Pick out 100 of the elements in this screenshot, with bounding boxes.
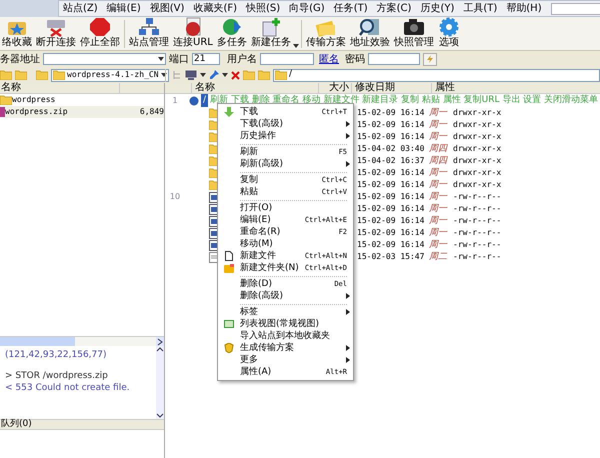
anonymous-link[interactable]: 匿名 (319, 52, 339, 66)
scroll-up-icon[interactable] (156, 346, 164, 354)
menu-item[interactable]: 向导(G) (289, 1, 325, 16)
menu-item[interactable]: 更多 (218, 354, 353, 366)
disconnect-icon (45, 17, 67, 37)
toolbar-button[interactable]: 新建任务 (248, 17, 293, 48)
log-line: > STOR /wordpress.zip (5, 370, 109, 382)
file-row[interactable]: wordpress.zip 6,849 (0, 106, 164, 118)
menu-item[interactable]: 下载(高级) (218, 118, 353, 130)
gear-icon (438, 17, 460, 37)
file-row[interactable]: wordpress (0, 94, 164, 106)
port-label: 端口 (169, 52, 189, 66)
toolbar-button[interactable]: 络收藏 (0, 17, 34, 48)
menu-item[interactable]: 工具(T) (463, 1, 498, 16)
menu-item[interactable]: 刷新(高级) (218, 158, 353, 170)
modified-date: 15-02-09 16:14 (357, 107, 426, 119)
weekday: 周一 (429, 203, 448, 215)
dropdown-caret-icon[interactable] (292, 44, 299, 48)
permissions: -rw-r--r-- (453, 215, 502, 227)
file-name: wordpress.zip (5, 106, 69, 118)
weekday: 周一 (429, 107, 448, 119)
weekday: 周一 (429, 167, 448, 179)
submenu-arrow-icon (346, 293, 350, 299)
menu-item[interactable]: 历史操作 (218, 130, 353, 142)
monitor-icon[interactable] (185, 70, 197, 80)
globe-arrow-icon (220, 17, 243, 37)
menu-item[interactable]: 帮助(H) (506, 1, 542, 16)
modified-date: 15-04-02 03:40 (357, 143, 426, 155)
permissions: drwxr-xr-x (453, 155, 502, 167)
delete-icon[interactable] (231, 70, 240, 80)
password-label: 密码 (345, 52, 365, 66)
menu-item[interactable]: 收藏夹(F) (193, 1, 237, 16)
permissions: drwxr-xr-x (453, 131, 502, 143)
dropdown-caret-icon[interactable] (158, 57, 164, 61)
toolbar-button[interactable]: 快照管理 (392, 17, 436, 48)
weekday: 周一 (429, 191, 448, 203)
toolbar-button[interactable]: 停止全部 (78, 17, 122, 48)
weekday: 周一 (429, 179, 448, 191)
modified-date: 15-02-09 16:14 (357, 191, 426, 203)
weekday: 周二 (429, 251, 448, 263)
menu-item[interactable]: 方案(C) (376, 1, 412, 16)
weekday: 周一 (429, 239, 448, 251)
username-field[interactable] (260, 53, 314, 65)
menu-item[interactable]: 快照(S) (246, 1, 280, 16)
dropdown-caret-icon[interactable] (200, 73, 206, 77)
menu-item[interactable]: 删除(高级) (218, 290, 353, 302)
modified-date: 15-02-09 16:14 (357, 215, 426, 227)
stop-sign-icon (89, 17, 111, 37)
menu-item[interactable]: 历史(Y) (420, 1, 454, 16)
submenu-arrow-icon (346, 309, 350, 315)
submenu-arrow-icon (346, 161, 350, 167)
modified-date: 15-02-09 16:14 (357, 167, 426, 179)
folder-icon (224, 264, 234, 272)
menu-item[interactable]: 列表视图(常规视图) (218, 318, 353, 330)
remote-path: / (289, 68, 292, 82)
root-folder[interactable]: / (201, 94, 208, 108)
file-name: wordpress (12, 94, 56, 106)
toolbar-button[interactable]: 断开连接 (34, 17, 78, 48)
magnifier-icon (358, 17, 381, 37)
menu-item[interactable]: 视图(V) (150, 1, 184, 16)
permissions: drwxr-xr-x (453, 107, 502, 119)
column-header[interactable]: 大小 (319, 83, 352, 93)
weekday: 周一 (429, 227, 448, 239)
menu-item[interactable]: 生成传输方案 (218, 342, 353, 354)
modified-date: 15-02-09 16:14 (357, 179, 426, 191)
weekday: 周四 (429, 155, 449, 167)
modified-date: 15-02-09 16:14 (357, 119, 426, 131)
scroll-down-icon[interactable] (156, 411, 164, 419)
scrollbar-thumb[interactable] (0, 337, 75, 346)
toolbar-button[interactable]: 多任务 (214, 17, 249, 48)
port-field[interactable]: 21 (192, 53, 220, 65)
dropdown-caret-icon[interactable] (222, 73, 228, 77)
toolbar-button[interactable]: 连接URL (171, 17, 215, 48)
menu-item[interactable]: 打开(O) (218, 202, 353, 214)
remote-path-field[interactable]: / (273, 68, 600, 82)
folder-icon (53, 70, 65, 80)
menu-item[interactable]: 编辑(E) (106, 1, 141, 16)
weekday: 周一 (429, 131, 448, 143)
toolbar-button[interactable]: 传输方案 (304, 17, 348, 48)
down-arrow-icon (224, 107, 234, 117)
permissions: -rw-r--r-- (453, 239, 502, 251)
log-line: < 553 Could not create file. (5, 382, 131, 394)
document-plus-icon (260, 17, 282, 37)
menu-item[interactable]: 导入站点到本地收藏夹 (218, 330, 353, 342)
arrow-right-icon[interactable] (156, 337, 164, 347)
line-number: 10 (170, 191, 180, 203)
menu-item[interactable]: 移动(M) (218, 238, 353, 250)
column-header[interactable]: 属性 (432, 83, 455, 93)
menu-item[interactable]: 任务(T) (334, 1, 368, 16)
local-path-combo[interactable]: wordpress-4.1-zh_CN (51, 68, 169, 82)
toolbar-button[interactable]: 选项 (436, 17, 462, 48)
toolbar-button[interactable]: 地址效验 (348, 17, 392, 48)
permissions: -rw-r--r-- (453, 191, 502, 203)
menu-item[interactable]: 站点(Z) (63, 1, 98, 16)
menu-item[interactable]: 标签 (218, 306, 353, 318)
password-field[interactable] (368, 53, 420, 65)
permissions: drwxr-xr-x (453, 143, 502, 155)
dropdown-caret-icon[interactable] (160, 73, 167, 77)
column-header[interactable]: 修改日期 (352, 83, 432, 93)
toolbar-button[interactable]: 站点管理 (127, 17, 171, 48)
